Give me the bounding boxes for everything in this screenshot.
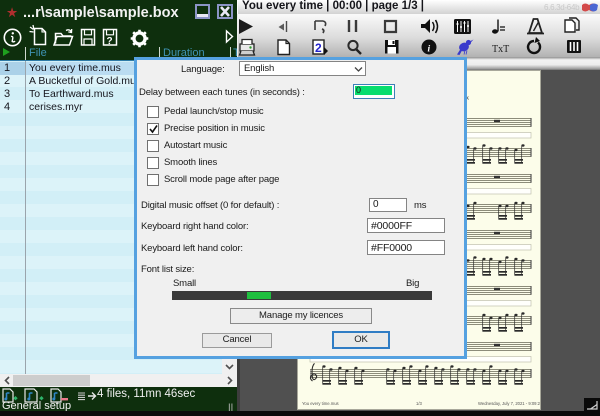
- svg-text:TxT: TxT: [492, 44, 509, 55]
- svg-text:?: ?: [107, 36, 113, 47]
- svg-text:2: 2: [315, 41, 322, 55]
- svg-text:i: i: [428, 45, 431, 55]
